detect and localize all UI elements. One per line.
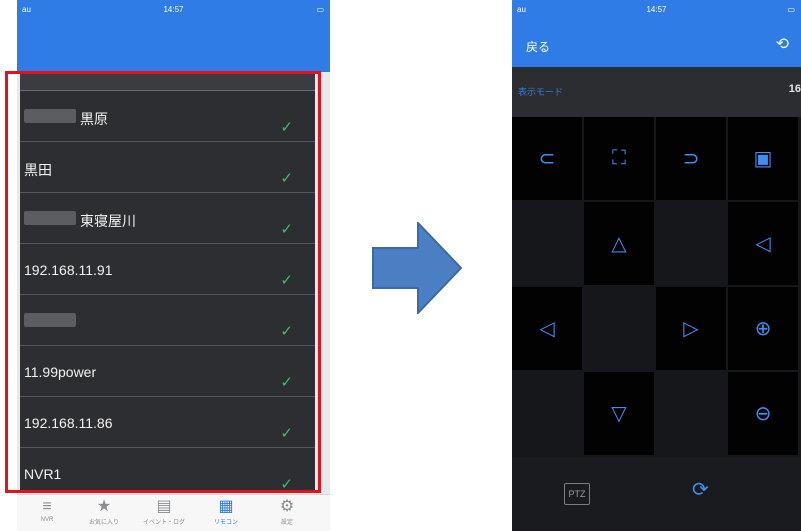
bottom-controls: PTZ ⟳ [512, 457, 801, 531]
star-icon: ★ [96, 498, 112, 515]
empty-cell [656, 202, 726, 285]
clock: 14:57 [646, 5, 667, 14]
snapshot-button[interactable]: ▣ [728, 117, 798, 200]
zoom-out-icon: ⊖ [754, 403, 772, 425]
ptz-control-grid: ⊂ ⛶ ⊃ ▣ △ ◁ ◁ ▷ ⊕ ▽ ⊖ [512, 117, 801, 457]
tab-events-log[interactable]: ▤ イベント・ログ [139, 497, 189, 526]
display-mode-value: 16 [788, 83, 801, 95]
empty-cell [584, 287, 654, 370]
flip-icon[interactable]: ⟳ [692, 477, 709, 502]
tilt-up-button[interactable]: △ [584, 202, 654, 285]
gear-icon: ⚙ [279, 498, 295, 515]
status-bar: au 14:57 ▭ [17, 0, 330, 22]
tab-label: イベント・ログ [142, 520, 185, 526]
display-mode-row[interactable]: 表示モード 16 [512, 67, 801, 117]
tab-favorites[interactable]: ★ お気に入り [79, 497, 129, 526]
audio-button[interactable]: ◁ [728, 202, 798, 285]
battery-icon: ▭ [787, 5, 795, 14]
display-mode-label: 表示モード [518, 87, 564, 97]
chat-icon: ▤ [156, 498, 172, 515]
triangle-right-icon: ▷ [683, 318, 699, 340]
triangle-left-icon: ◁ [539, 318, 555, 340]
tab-settings[interactable]: ⚙ 設定 [262, 497, 312, 526]
highlight-box [5, 71, 321, 493]
menu-icon: ≡ [42, 498, 52, 515]
empty-cell [656, 372, 726, 455]
tilt-down-button[interactable]: ▽ [584, 372, 654, 455]
grid-icon: ▦ [218, 498, 234, 515]
zoom-out-button[interactable]: ⊖ [728, 372, 798, 455]
right-arrow-icon [372, 222, 462, 314]
tab-label: NVR [40, 517, 54, 523]
empty-cell [512, 372, 582, 455]
ptz-button[interactable]: PTZ [564, 483, 590, 505]
clock: 14:57 [163, 5, 184, 14]
battery-icon: ▭ [316, 5, 324, 14]
circle-left-icon: ⊂ [538, 148, 556, 170]
status-bar: au 14:57 ▭ [512, 0, 801, 22]
tab-nvr[interactable]: ≡ NVR [22, 497, 72, 523]
fullscreen-button[interactable]: ⛶ [584, 117, 654, 200]
tab-remote[interactable]: ▦ リモコン [201, 497, 251, 526]
previous-button[interactable]: ⊂ [512, 117, 582, 200]
zoom-in-icon: ⊕ [754, 318, 772, 340]
refresh-icon[interactable]: ⟲ [776, 34, 789, 54]
remote-control-screen: 戻る ⟲ au 14:57 ▭ 表示モード 16 ⊂ ⛶ ⊃ ▣ △ ◁ ◁ ▷… [512, 0, 801, 531]
tab-label: お気に入り [88, 520, 119, 526]
next-button[interactable]: ⊃ [656, 117, 726, 200]
pan-right-button[interactable]: ▷ [656, 287, 726, 370]
fullscreen-icon: ⛶ [612, 147, 626, 169]
back-button[interactable]: 戻る [526, 38, 550, 55]
speaker-icon: ◁ [755, 233, 771, 255]
pan-left-button[interactable]: ◁ [512, 287, 582, 370]
triangle-up-icon: △ [611, 233, 627, 255]
triangle-down-icon: ▽ [611, 403, 627, 425]
circle-right-icon: ⊃ [682, 148, 700, 170]
camera-icon: ▣ [753, 148, 773, 170]
empty-cell [512, 202, 582, 285]
tab-label: リモコン [213, 520, 238, 526]
zoom-in-button[interactable]: ⊕ [728, 287, 798, 370]
tab-bar: ≡ NVR ★ お気に入り ▤ イベント・ログ ▦ リモコン ⚙ 設定 [17, 494, 330, 531]
tab-label: 設定 [280, 520, 293, 526]
